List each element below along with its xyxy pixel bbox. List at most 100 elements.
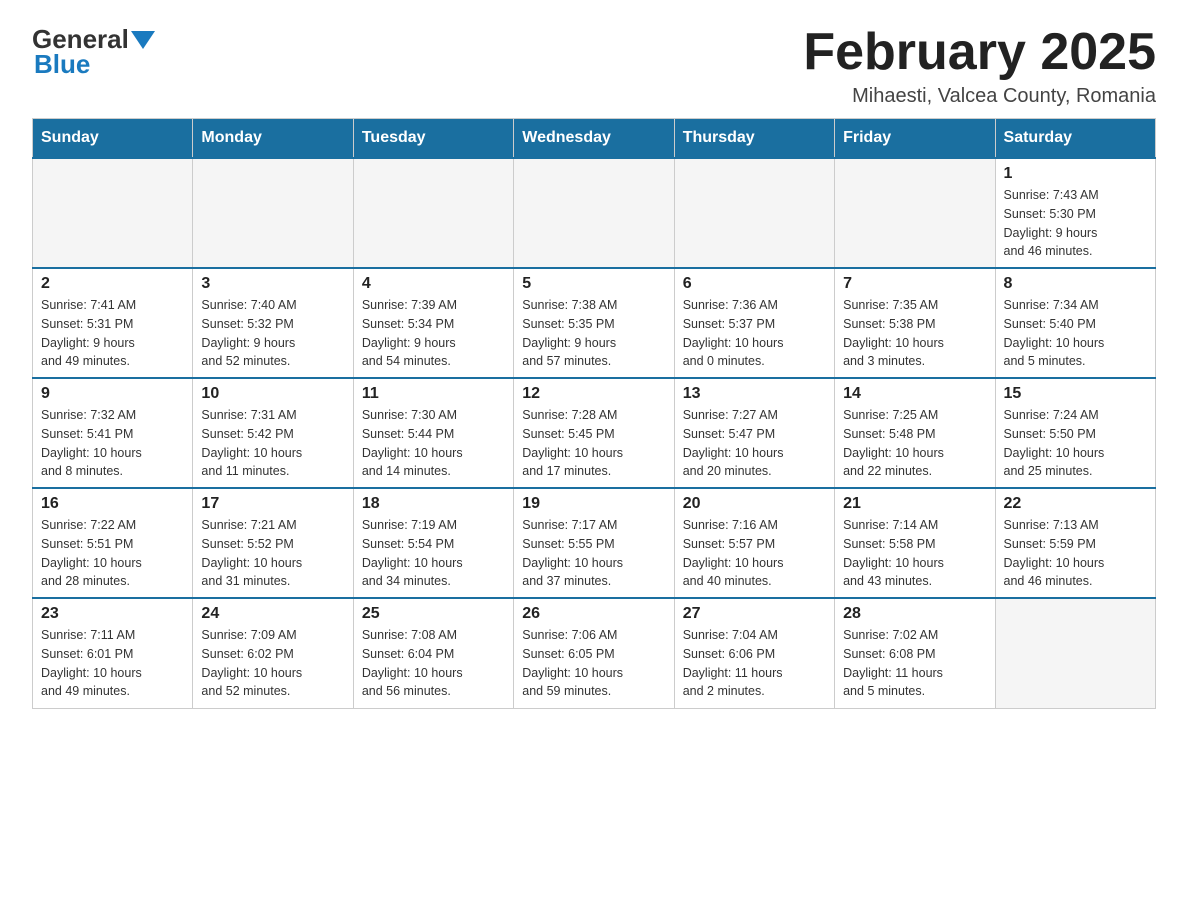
day-info: Sunrise: 7:11 AMSunset: 6:01 PMDaylight:… [41, 626, 184, 701]
calendar-cell: 8 Sunrise: 7:34 AMSunset: 5:40 PMDaylight… [995, 268, 1155, 378]
calendar-cell: 4Sunrise: 7:39 AMSunset: 5:34 PMDaylight… [353, 268, 513, 378]
day-number: 22 [1004, 495, 1147, 513]
day-number: 28 [843, 605, 986, 623]
calendar-cell [674, 158, 834, 268]
calendar-cell: 20 Sunrise: 7:16 AMSunset: 5:57 PMDayligh… [674, 488, 834, 598]
calendar-cell: 2 Sunrise: 7:41 AMSunset: 5:31 PMDaylight… [33, 268, 193, 378]
logo: General Blue [32, 24, 157, 80]
day-number: 6 [683, 275, 826, 293]
calendar-cell: 13Sunrise: 7:27 AMSunset: 5:47 PMDayligh… [674, 378, 834, 488]
logo-triangle-icon [131, 31, 155, 49]
day-info: Sunrise: 7:43 AMSunset: 5:30 PMDaylight:… [1004, 186, 1147, 261]
day-info: Sunrise: 7:41 AMSunset: 5:31 PMDaylight:… [41, 296, 184, 371]
day-info: Sunrise: 7:27 AMSunset: 5:47 PMDaylight:… [683, 406, 826, 481]
calendar-cell [33, 158, 193, 268]
col-saturday: Saturday [995, 119, 1155, 159]
calendar-week-row: 9 Sunrise: 7:32 AMSunset: 5:41 PMDaylight… [33, 378, 1156, 488]
day-info: Sunrise: 7:36 AMSunset: 5:37 PMDaylight:… [683, 296, 826, 371]
col-wednesday: Wednesday [514, 119, 674, 159]
calendar-cell: 1 Sunrise: 7:43 AMSunset: 5:30 PMDaylight… [995, 158, 1155, 268]
day-number: 1 [1004, 165, 1147, 183]
day-number: 23 [41, 605, 184, 623]
calendar-week-row: 16 Sunrise: 7:22 AMSunset: 5:51 PMDayligh… [33, 488, 1156, 598]
col-friday: Friday [835, 119, 995, 159]
calendar-cell: 3 Sunrise: 7:40 AMSunset: 5:32 PMDaylight… [193, 268, 353, 378]
calendar-cell [514, 158, 674, 268]
day-number: 24 [201, 605, 344, 623]
calendar-cell: 22 Sunrise: 7:13 AMSunset: 5:59 PMDayligh… [995, 488, 1155, 598]
day-info: Sunrise: 7:22 AMSunset: 5:51 PMDaylight:… [41, 516, 184, 591]
day-number: 2 [41, 275, 184, 293]
calendar-cell: 12 Sunrise: 7:28 AMSunset: 5:45 PMDayligh… [514, 378, 674, 488]
calendar-cell: 16 Sunrise: 7:22 AMSunset: 5:51 PMDayligh… [33, 488, 193, 598]
calendar-week-row: 2 Sunrise: 7:41 AMSunset: 5:31 PMDaylight… [33, 268, 1156, 378]
calendar-header-row: Sunday Monday Tuesday Wednesday Thursday… [33, 119, 1156, 159]
calendar-cell: 14 Sunrise: 7:25 AMSunset: 5:48 PMDayligh… [835, 378, 995, 488]
day-number: 10 [201, 385, 344, 403]
location-text: Mihaesti, Valcea County, Romania [803, 85, 1156, 108]
calendar-cell: 19 Sunrise: 7:17 AMSunset: 5:55 PMDayligh… [514, 488, 674, 598]
calendar-week-row: 23 Sunrise: 7:11 AMSunset: 6:01 PMDayligh… [33, 598, 1156, 708]
day-number: 21 [843, 495, 986, 513]
calendar-cell: 21 Sunrise: 7:14 AMSunset: 5:58 PMDayligh… [835, 488, 995, 598]
month-title: February 2025 [803, 24, 1156, 81]
calendar-table: Sunday Monday Tuesday Wednesday Thursday… [32, 118, 1156, 709]
calendar-cell: 17Sunrise: 7:21 AMSunset: 5:52 PMDayligh… [193, 488, 353, 598]
calendar-cell: 28 Sunrise: 7:02 AMSunset: 6:08 PMDayligh… [835, 598, 995, 708]
day-number: 26 [522, 605, 665, 623]
calendar-cell: 5 Sunrise: 7:38 AMSunset: 5:35 PMDaylight… [514, 268, 674, 378]
day-number: 7 [843, 275, 986, 293]
calendar-cell [835, 158, 995, 268]
day-number: 14 [843, 385, 986, 403]
day-info: Sunrise: 7:28 AMSunset: 5:45 PMDaylight:… [522, 406, 665, 481]
calendar-cell [353, 158, 513, 268]
day-info: Sunrise: 7:06 AMSunset: 6:05 PMDaylight:… [522, 626, 665, 701]
calendar-cell: 23 Sunrise: 7:11 AMSunset: 6:01 PMDayligh… [33, 598, 193, 708]
calendar-week-row: 1 Sunrise: 7:43 AMSunset: 5:30 PMDaylight… [33, 158, 1156, 268]
day-number: 17 [201, 495, 344, 513]
day-info: Sunrise: 7:17 AMSunset: 5:55 PMDaylight:… [522, 516, 665, 591]
day-info: Sunrise: 7:09 AMSunset: 6:02 PMDaylight:… [201, 626, 344, 701]
day-info: Sunrise: 7:08 AMSunset: 6:04 PMDaylight:… [362, 626, 505, 701]
day-info: Sunrise: 7:31 AMSunset: 5:42 PMDaylight:… [201, 406, 344, 481]
calendar-cell: 7 Sunrise: 7:35 AMSunset: 5:38 PMDaylight… [835, 268, 995, 378]
day-info: Sunrise: 7:32 AMSunset: 5:41 PMDaylight:… [41, 406, 184, 481]
calendar-cell [995, 598, 1155, 708]
logo-blue-text: Blue [34, 49, 90, 79]
day-info: Sunrise: 7:02 AMSunset: 6:08 PMDaylight:… [843, 626, 986, 701]
day-info: Sunrise: 7:40 AMSunset: 5:32 PMDaylight:… [201, 296, 344, 371]
col-thursday: Thursday [674, 119, 834, 159]
day-info: Sunrise: 7:35 AMSunset: 5:38 PMDaylight:… [843, 296, 986, 371]
day-number: 8 [1004, 275, 1147, 293]
day-info: Sunrise: 7:04 AMSunset: 6:06 PMDaylight:… [683, 626, 826, 701]
calendar-cell: 18Sunrise: 7:19 AMSunset: 5:54 PMDayligh… [353, 488, 513, 598]
day-number: 20 [683, 495, 826, 513]
day-number: 19 [522, 495, 665, 513]
calendar-cell: 9 Sunrise: 7:32 AMSunset: 5:41 PMDaylight… [33, 378, 193, 488]
day-number: 3 [201, 275, 344, 293]
day-number: 11 [362, 385, 505, 403]
day-info: Sunrise: 7:16 AMSunset: 5:57 PMDaylight:… [683, 516, 826, 591]
title-block: February 2025 Mihaesti, Valcea County, R… [803, 24, 1156, 108]
calendar-cell: 25 Sunrise: 7:08 AMSunset: 6:04 PMDayligh… [353, 598, 513, 708]
day-info: Sunrise: 7:38 AMSunset: 5:35 PMDaylight:… [522, 296, 665, 371]
day-info: Sunrise: 7:30 AMSunset: 5:44 PMDaylight:… [362, 406, 505, 481]
calendar-cell: 11 Sunrise: 7:30 AMSunset: 5:44 PMDayligh… [353, 378, 513, 488]
calendar-cell: 26 Sunrise: 7:06 AMSunset: 6:05 PMDayligh… [514, 598, 674, 708]
day-number: 5 [522, 275, 665, 293]
calendar-cell [193, 158, 353, 268]
calendar-cell: 24 Sunrise: 7:09 AMSunset: 6:02 PMDayligh… [193, 598, 353, 708]
day-info: Sunrise: 7:34 AMSunset: 5:40 PMDaylight:… [1004, 296, 1147, 371]
calendar-cell: 27 Sunrise: 7:04 AMSunset: 6:06 PMDayligh… [674, 598, 834, 708]
day-info: Sunrise: 7:14 AMSunset: 5:58 PMDaylight:… [843, 516, 986, 591]
day-number: 4 [362, 275, 505, 293]
day-number: 25 [362, 605, 505, 623]
day-number: 16 [41, 495, 184, 513]
day-info: Sunrise: 7:25 AMSunset: 5:48 PMDaylight:… [843, 406, 986, 481]
day-number: 27 [683, 605, 826, 623]
calendar-cell: 6 Sunrise: 7:36 AMSunset: 5:37 PMDaylight… [674, 268, 834, 378]
day-number: 12 [522, 385, 665, 403]
page-header: General Blue February 2025 Mihaesti, Val… [32, 24, 1156, 108]
day-number: 9 [41, 385, 184, 403]
day-info: Sunrise: 7:13 AMSunset: 5:59 PMDaylight:… [1004, 516, 1147, 591]
